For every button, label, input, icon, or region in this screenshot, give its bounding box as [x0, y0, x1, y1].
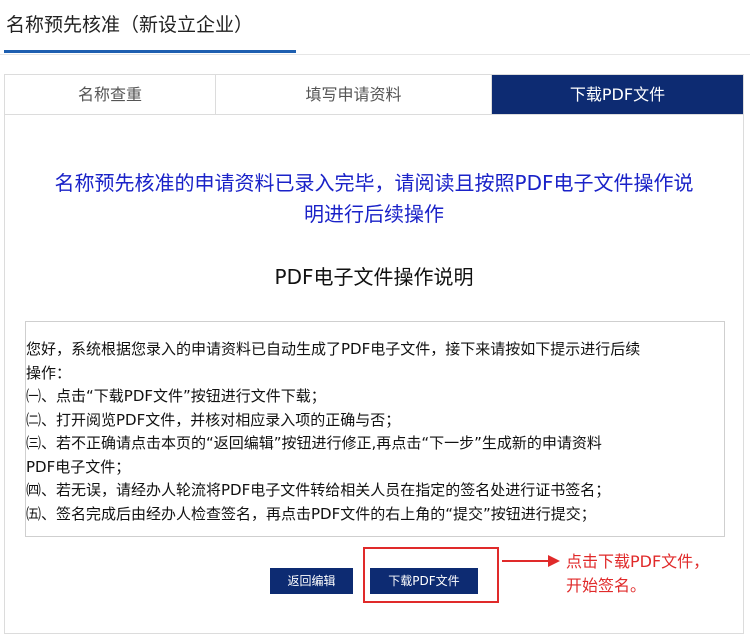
- page-title: 名称预先核准（新设立企业）: [6, 14, 254, 36]
- instruction-step-1: ㈠、点击“下载PDF文件”按钮进行文件下载；: [26, 387, 326, 405]
- notice-line-2: 明进行后续操作: [304, 202, 444, 226]
- tab-fill-application[interactable]: 填写申请资料: [216, 75, 492, 114]
- notice-line-1: 名称预先核准的申请资料已录入完毕，请阅读且按照PDF电子文件操作说: [54, 171, 694, 195]
- annotation-text: 点击下载PDF文件， 开始签名。: [566, 550, 746, 598]
- back-edit-button[interactable]: 返回编辑: [270, 568, 353, 594]
- annotation-line-2: 开始签名。: [566, 576, 647, 595]
- completion-notice: 名称预先核准的申请资料已录入完毕，请阅读且按照PDF电子文件操作说 明进行后续操…: [5, 168, 743, 230]
- page-header: 名称预先核准（新设立企业）: [0, 0, 750, 55]
- instructions-intro-1: 您好，系统根据您录入的申请资料已自动生成了PDF电子文件，接下来请按如下提示进行…: [26, 340, 641, 358]
- instruction-step-3: ㈢、若不正确请点击本页的“返回编辑”按钮进行修正,再点击“下一步”生成新的申请资…: [26, 434, 602, 452]
- annotation-line-1: 点击下载PDF文件，: [566, 552, 710, 571]
- annotation-arrow-icon: [502, 555, 560, 567]
- download-highlight-box: [363, 547, 499, 603]
- instruction-step-5: ㈤、签名完成后由经办人检查签名，再点击PDF文件的右上角的“提交”按钮进行提交；: [26, 504, 596, 523]
- instruction-step-2: ㈡、打开阅览PDF文件，并核对相应录入项的正确与否；: [26, 410, 401, 429]
- tab-name-check[interactable]: 名称查重: [5, 75, 216, 114]
- title-underline: [4, 50, 296, 53]
- instructions-intro-2: 操作：: [26, 363, 72, 382]
- tab-download-pdf[interactable]: 下载PDF文件: [492, 75, 743, 114]
- step-tabs: 名称查重 填写申请资料 下载PDF文件: [5, 75, 743, 115]
- instruction-step-4: ㈣、若无误，请经办人轮流将PDF电子文件转给相关人员在指定的签名处进行证书签名；: [26, 481, 611, 499]
- instructions-title: PDF电子文件操作说明: [274, 265, 474, 289]
- instruction-step-3-cont: PDF电子文件；: [26, 457, 131, 476]
- instructions-box: 您好，系统根据您录入的申请资料已自动生成了PDF电子文件，接下来请按如下提示进行…: [25, 321, 725, 537]
